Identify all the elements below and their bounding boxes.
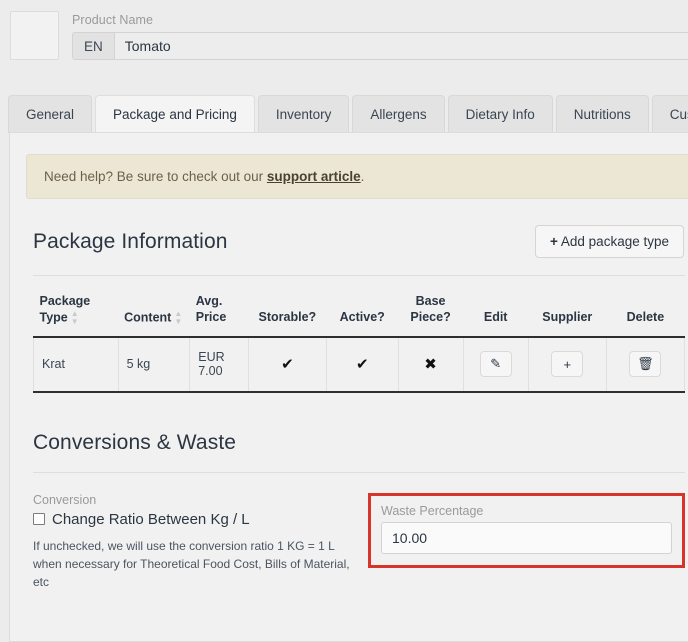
cell-supplier: + bbox=[528, 336, 607, 393]
conversions-section-header: Conversions & Waste bbox=[24, 431, 688, 455]
col-content[interactable]: Content ▲ ▼ bbox=[118, 288, 190, 338]
col-base-piece: Base Piece? bbox=[398, 288, 464, 338]
waste-percentage-input[interactable]: 10.00 bbox=[381, 521, 672, 554]
cell-avg-price: EUR 7.00 bbox=[189, 336, 249, 393]
conversion-label: Conversion bbox=[33, 492, 97, 507]
product-header: Product Name EN Tomato bbox=[0, 0, 688, 80]
waste-percentage-highlight: Waste Percentage 10.00 bbox=[368, 492, 685, 568]
col-edit: Edit bbox=[463, 288, 529, 338]
product-name-label: Product Name bbox=[72, 13, 154, 27]
language-addon[interactable]: EN bbox=[73, 33, 115, 59]
cell-edit: ✎ bbox=[463, 336, 529, 393]
conversions-row: Conversion Change Ratio Between Kg / L I… bbox=[33, 492, 685, 591]
product-image-placeholder[interactable] bbox=[10, 11, 59, 60]
cell-active: ✔ bbox=[326, 336, 399, 393]
section-divider bbox=[33, 275, 685, 276]
edit-button[interactable]: ✎ bbox=[479, 351, 512, 378]
product-name-input[interactable]: Tomato bbox=[114, 33, 688, 59]
alert-text-before: Need help? Be sure to check out our bbox=[44, 169, 267, 184]
tab-panel: Need help? Be sure to check out our supp… bbox=[9, 132, 688, 642]
change-ratio-checkbox[interactable] bbox=[33, 513, 45, 526]
table-row: Krat 5 kg EUR 7.00 ✔ ✔ ✖ ✎ + 🗑 bbox=[33, 336, 686, 393]
check-icon: ✔ bbox=[355, 356, 369, 374]
plus-icon: + bbox=[563, 356, 572, 372]
plus-icon: + bbox=[550, 234, 558, 249]
conversion-helper-text: If unchecked, we will use the conversion… bbox=[33, 538, 350, 589]
add-package-type-label: Add package type bbox=[560, 234, 669, 249]
col-supplier: Supplier bbox=[528, 288, 607, 338]
check-icon: ✔ bbox=[281, 356, 294, 374]
pencil-icon: ✎ bbox=[490, 356, 502, 372]
tab-dietary-info[interactable]: Dietary Info bbox=[447, 95, 553, 133]
col-package-type-label: Package Type bbox=[39, 294, 91, 324]
cell-content: 5 kg bbox=[118, 336, 191, 393]
sort-icon[interactable]: ▲ ▼ bbox=[71, 309, 79, 326]
col-avg-price: Avg. Price bbox=[189, 288, 249, 338]
change-ratio-label: Change Ratio Between Kg / L bbox=[52, 510, 250, 528]
tab-general[interactable]: General bbox=[8, 95, 93, 133]
change-ratio-checkbox-row[interactable]: Change Ratio Between Kg / L bbox=[33, 511, 351, 528]
add-package-type-button[interactable]: + Add package type bbox=[535, 225, 684, 258]
add-supplier-button[interactable]: + bbox=[551, 351, 584, 378]
help-alert: Need help? Be sure to check out our supp… bbox=[26, 154, 688, 199]
trash-icon: 🗑 bbox=[637, 356, 654, 372]
col-delete: Delete bbox=[606, 288, 685, 338]
tab-bar: General Package and Pricing Inventory Al… bbox=[0, 92, 688, 133]
package-table: Package Type ▲ ▼ Content ▲ ▼ Avg. Price Stor… bbox=[33, 288, 686, 393]
sort-icon[interactable]: ▲ ▼ bbox=[174, 309, 182, 326]
conversions-waste-section: Conversions & Waste Conversion Change Ra… bbox=[24, 393, 688, 591]
package-information-section: Package Information + Add package type Pa… bbox=[24, 199, 688, 393]
col-storable: Storable? bbox=[248, 288, 327, 338]
waste-percentage-label: Waste Percentage bbox=[381, 503, 484, 518]
conversion-column: Conversion Change Ratio Between Kg / L I… bbox=[33, 493, 363, 591]
waste-column: Waste Percentage 10.00 bbox=[363, 492, 685, 591]
col-active: Active? bbox=[326, 288, 399, 338]
cell-storable: ✔ bbox=[248, 336, 327, 393]
cell-delete: 🗑 bbox=[606, 336, 686, 393]
support-article-link[interactable]: support article bbox=[267, 169, 361, 184]
package-section-title: Package Information bbox=[33, 229, 228, 253]
section-divider bbox=[33, 471, 685, 473]
package-table-head: Package Type ▲ ▼ Content ▲ ▼ Avg. Price Stor… bbox=[33, 288, 685, 338]
conversions-section-title: Conversions & Waste bbox=[33, 430, 237, 454]
col-package-type[interactable]: Package Type ▲ ▼ bbox=[33, 288, 119, 338]
cross-icon: ✖ bbox=[424, 356, 437, 374]
product-name-field-group: Product Name EN Tomato bbox=[72, 13, 688, 60]
tab-package-and-pricing[interactable]: Package and Pricing bbox=[95, 95, 255, 133]
product-name-input-group[interactable]: EN Tomato bbox=[72, 32, 688, 60]
tab-nutritions[interactable]: Nutritions bbox=[555, 95, 649, 133]
table-header-row: Package Type ▲ ▼ Content ▲ ▼ Avg. Price Stor… bbox=[33, 288, 685, 338]
col-content-label: Content bbox=[124, 309, 172, 324]
delete-button[interactable]: 🗑 bbox=[629, 351, 662, 378]
tab-custom[interactable]: Cus bbox=[651, 95, 688, 133]
tab-allergens[interactable]: Allergens bbox=[352, 95, 445, 133]
package-section-header: Package Information + Add package type bbox=[24, 225, 688, 258]
package-table-body: Krat 5 kg EUR 7.00 ✔ ✔ ✖ ✎ + 🗑 bbox=[33, 336, 686, 393]
alert-text-after: . bbox=[360, 169, 365, 184]
tab-inventory[interactable]: Inventory bbox=[257, 95, 350, 133]
cell-base-piece: ✖ bbox=[398, 336, 464, 393]
cell-package-type: Krat bbox=[33, 336, 119, 393]
